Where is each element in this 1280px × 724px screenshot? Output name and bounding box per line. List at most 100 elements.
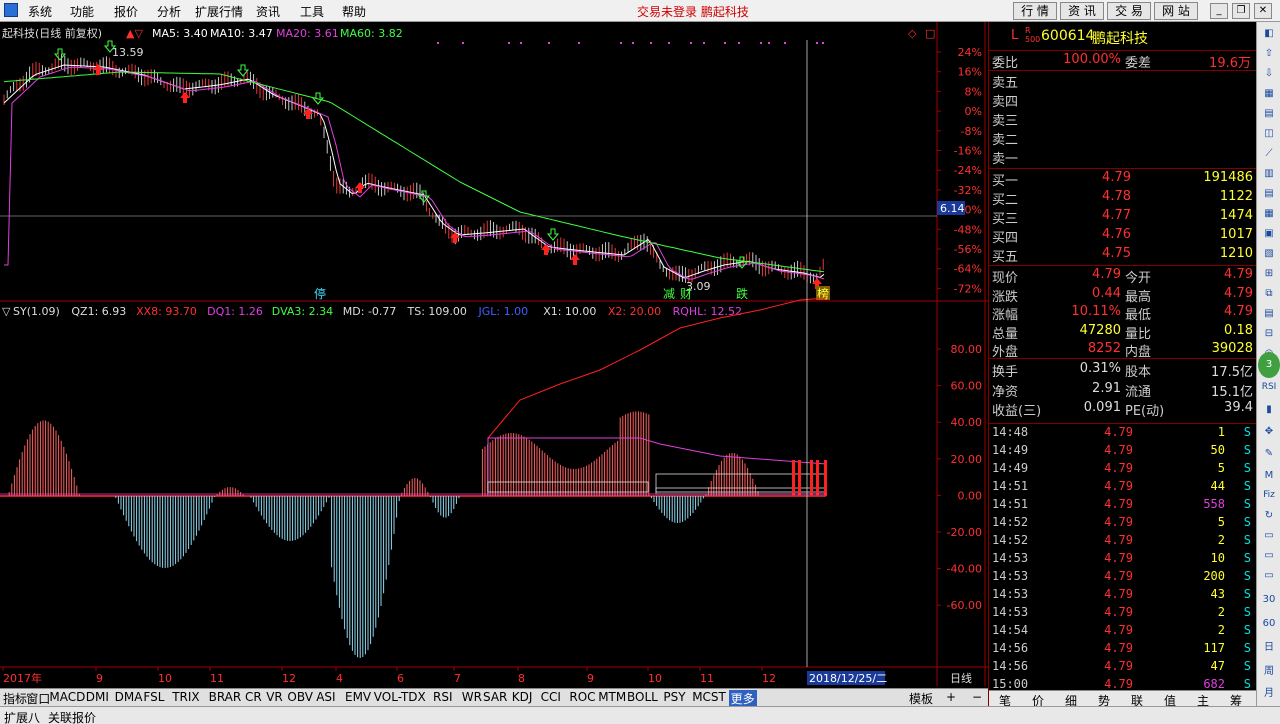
tab-market[interactable]: 行 情 [1013, 2, 1057, 20]
toolbar-label[interactable]: 周 [1260, 664, 1278, 679]
indicator-tab[interactable]: BRAR [209, 690, 242, 704]
toolbar-label[interactable]: 月 [1260, 686, 1278, 701]
indicator-tab[interactable]: 更多 [728, 690, 757, 707]
chart-area[interactable]: 起科技(日线 前复权) ▲▽ MA5: 3.40 MA10: 3.47 MA20… [0, 22, 988, 686]
indicator-tab[interactable]: ASI [316, 690, 335, 704]
toolbar-label[interactable]: 3 [1258, 352, 1280, 378]
bid-row[interactable]: 买四 4.76 1017 [989, 227, 1257, 246]
pencil-icon[interactable]: ✎ [1260, 446, 1278, 461]
indicator-tab[interactable]: VOL-TDX [374, 690, 426, 704]
menu-function[interactable]: 功能 [70, 3, 94, 20]
bid-row[interactable]: 买五 4.75 1210 [989, 246, 1257, 265]
toolbar-button-icon[interactable]: ▭ [1260, 528, 1278, 543]
remove-icon[interactable]: − [972, 690, 982, 704]
restore-icon[interactable]: ❐ [1232, 3, 1250, 19]
time-axis-label: 12 [282, 672, 296, 685]
toolbar-button-icon[interactable]: ▤ [1260, 306, 1278, 321]
template-button[interactable]: 模板 [909, 690, 933, 707]
add-icon[interactable]: + [946, 690, 956, 704]
sell-signal-icon [236, 64, 250, 77]
toolbar-button-icon[interactable]: ▥ [1260, 166, 1278, 181]
toolbar-label[interactable]: Fiz [1260, 488, 1278, 503]
toolbar-button-icon[interactable]: ▦ [1260, 86, 1278, 101]
toolbar-button-icon[interactable]: ▦ [1260, 206, 1278, 221]
toolbar-button-icon[interactable]: ⊞ [1260, 266, 1278, 281]
indicator-tab[interactable]: RSI [433, 690, 453, 704]
toolbar-button-icon[interactable]: ▭ [1260, 568, 1278, 583]
event-marker-halt[interactable]: 停 [314, 286, 326, 301]
indicator-collapse-icon[interactable]: ▽ [2, 305, 11, 318]
toolbar-button-icon[interactable]: ▤ [1260, 106, 1278, 121]
menu-tools[interactable]: 工具 [300, 3, 324, 20]
tab-website[interactable]: 网 站 [1154, 2, 1198, 20]
status-ext8[interactable]: 扩展八 [4, 709, 40, 724]
indicator-tab[interactable]: 指标 [3, 690, 27, 707]
toolbar-button-icon[interactable]: ⧉ [1260, 286, 1278, 301]
menu-system[interactable]: 系统 [28, 3, 52, 20]
toolbar-label[interactable]: 60 [1260, 616, 1278, 631]
tab-trade[interactable]: 交 易 [1107, 2, 1151, 20]
login-notice[interactable]: 交易未登录 鹏起科技 [637, 3, 749, 20]
toolbar-button-icon[interactable]: ⊟ [1260, 326, 1278, 341]
indicator-tab[interactable]: DMI [86, 690, 109, 704]
indicator-tab[interactable]: ROC [569, 690, 595, 704]
indicator-tab[interactable]: PSY [663, 690, 685, 704]
toolbar-label[interactable]: 日 [1260, 640, 1278, 655]
tick-price: 4.79 [1104, 551, 1133, 565]
toolbar-label[interactable]: 30 [1260, 592, 1278, 607]
price-axis-tick: 0% [965, 105, 982, 118]
indicator-tab[interactable]: EMV [345, 690, 371, 704]
event-marker-reduce[interactable]: 减 [663, 287, 675, 301]
toolbar-button-icon[interactable]: ⇩ [1260, 66, 1278, 81]
indicator-tab[interactable]: TRIX [172, 690, 199, 704]
toolbar-button-icon[interactable]: ▤ [1260, 186, 1278, 201]
menu-analysis[interactable]: 分析 [157, 3, 181, 20]
toolbar-button-icon[interactable]: ▧ [1260, 246, 1278, 261]
tick-time: 14:56 [992, 659, 1029, 673]
period-label[interactable]: 日线 [950, 671, 972, 685]
event-marker-finance[interactable]: 财 [680, 287, 692, 301]
menu-news[interactable]: 资讯 [256, 3, 280, 20]
indicator-tab[interactable]: MCST [692, 690, 726, 704]
toolbar-button-icon[interactable]: ⇧ [1260, 46, 1278, 61]
bid-row[interactable]: 买二 4.78 1122 [989, 189, 1257, 208]
menu-quote[interactable]: 报价 [114, 3, 138, 20]
diamond-icon[interactable]: ◇ [908, 27, 917, 40]
toolbar-button-icon[interactable]: ▮ [1260, 402, 1278, 417]
indicator-tab[interactable]: CCI [541, 690, 561, 704]
minimize-icon[interactable]: _ [1210, 3, 1228, 19]
quote-header: L R 500 600614 鹏起科技 [989, 24, 1257, 50]
indicator-tab[interactable]: MTM [598, 690, 626, 704]
toolbar-label[interactable]: M [1260, 468, 1278, 483]
toolbar-button-icon[interactable]: ▣ [1260, 226, 1278, 241]
close-icon[interactable]: ✕ [1254, 3, 1272, 19]
toolbar-button-icon[interactable]: ◫ [1260, 126, 1278, 141]
time-axis-label: 10 [648, 672, 662, 685]
menu-ext-market[interactable]: 扩展行情 [195, 3, 243, 20]
bid-row[interactable]: 买三 4.77 1474 [989, 208, 1257, 227]
sell-signal-icon [546, 228, 560, 241]
event-marker-drop[interactable]: 跌 [736, 286, 748, 301]
indicator-tab[interactable]: MACD [49, 690, 85, 704]
indicator-tab[interactable]: FSL [143, 690, 164, 704]
indicator-tab[interactable]: OBV [287, 690, 313, 704]
indicator-tab[interactable]: VR [266, 690, 283, 704]
indicator-tab[interactable]: BOLL [627, 690, 658, 704]
indicator-tab[interactable]: CR [245, 690, 262, 704]
toolbar-button-icon[interactable]: ▭ [1260, 548, 1278, 563]
status-related-quote[interactable]: 关联报价 [48, 709, 96, 724]
indicator-tab[interactable]: DMA [115, 690, 143, 704]
move-icon[interactable]: ✥ [1260, 424, 1278, 439]
indicator-tab[interactable]: KDJ [512, 690, 533, 704]
indicator-tab[interactable]: SAR [483, 690, 507, 704]
toolbar-button-icon[interactable]: ◧ [1260, 26, 1278, 41]
menu-help[interactable]: 帮助 [342, 3, 366, 20]
tab-news[interactable]: 资 讯 [1060, 2, 1104, 20]
indicator-tab[interactable]: 窗口 [26, 690, 50, 707]
toolbar-button-icon[interactable]: ⟋ [1260, 146, 1278, 161]
window-icon[interactable]: □ [925, 27, 935, 40]
toolbar-label[interactable]: RSI [1260, 380, 1278, 395]
bid-row[interactable]: 买一 4.79 191486 [989, 170, 1257, 189]
indicator-tab[interactable]: WR [462, 690, 482, 704]
refresh-icon[interactable]: ↻ [1260, 508, 1278, 523]
